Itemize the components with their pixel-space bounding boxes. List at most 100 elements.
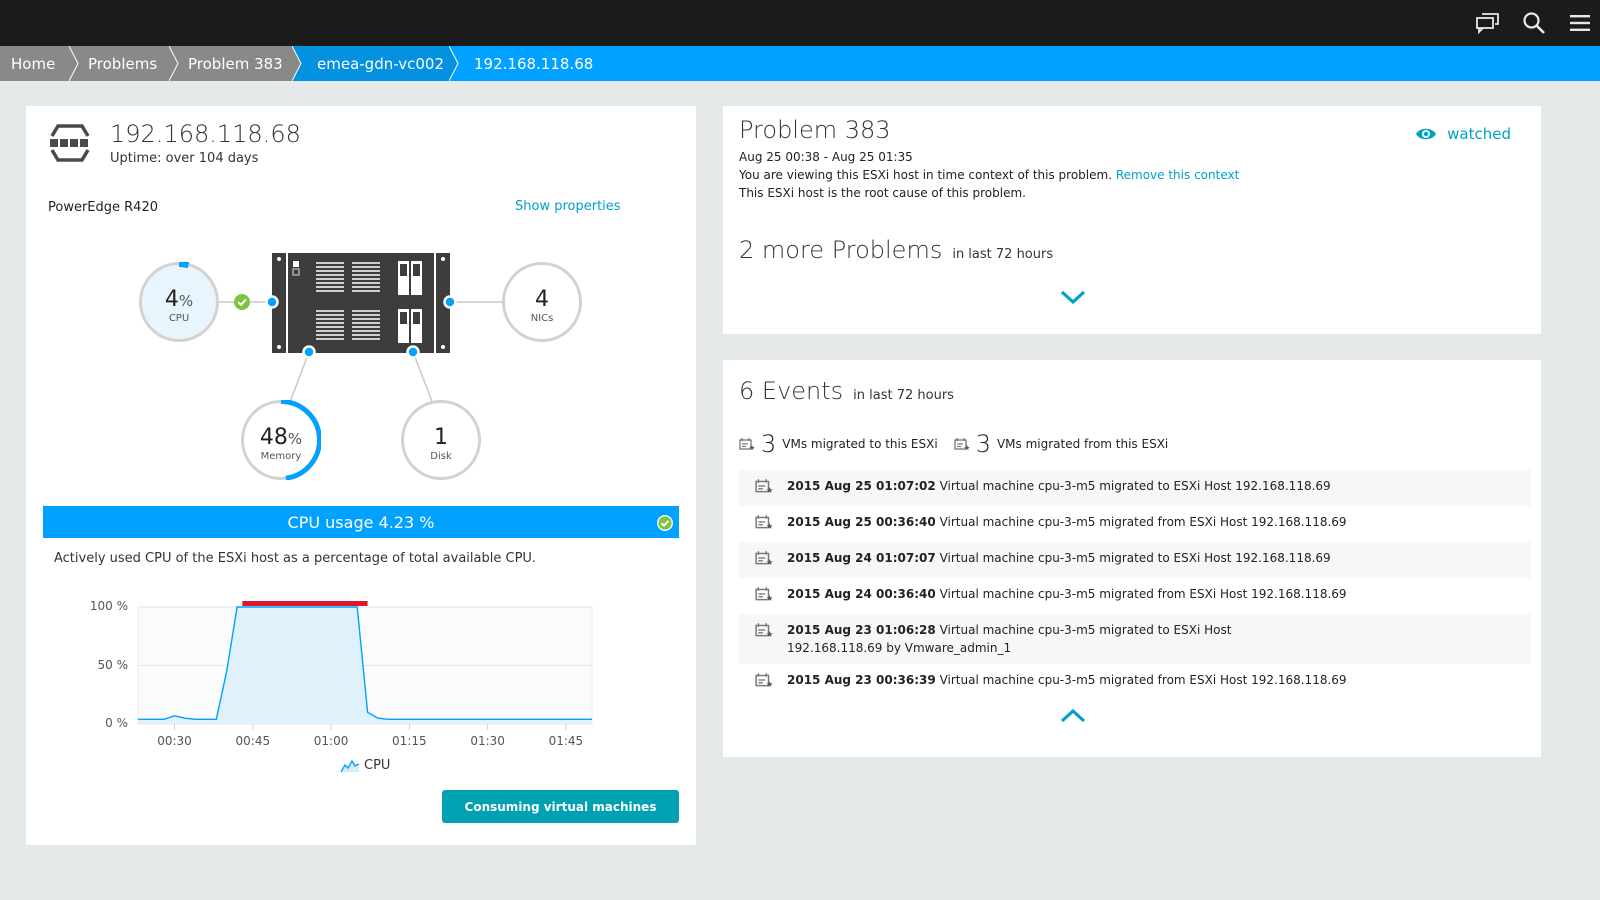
- breadcrumb: Home Problems Problem 383 emea-gdn-vc002…: [0, 46, 1600, 81]
- problem-time-range: Aug 25 00:38 - Aug 25 01:35: [739, 150, 913, 164]
- breadcrumb-vcenter[interactable]: emea-gdn-vc002: [293, 46, 459, 81]
- disk-metric[interactable]: 1 Disk: [401, 400, 481, 480]
- chat-icon[interactable]: [1474, 10, 1502, 36]
- breadcrumb-problems[interactable]: Problems: [70, 46, 179, 81]
- event-item[interactable]: 2015 Aug 23 01:06:28 Virtual machine cpu…: [739, 614, 1531, 664]
- cpu-ok-check-icon: [234, 294, 250, 310]
- problem-window-marker: [242, 601, 368, 606]
- collapse-chevron-up-icon[interactable]: [1060, 708, 1086, 724]
- event-item[interactable]: 2015 Aug 25 00:36:40 Virtual machine cpu…: [739, 506, 1531, 542]
- remove-context-link[interactable]: Remove this context: [1116, 168, 1239, 182]
- calendar-event-icon: [739, 438, 755, 450]
- events-summary: 3 VMs migrated to this ESXi 3 VMs migrat…: [739, 430, 1184, 458]
- y-tick-label: 100 %: [89, 599, 128, 613]
- problem-root-cause: This ESXi host is the root cause of this…: [739, 186, 1026, 200]
- event-item[interactable]: 2015 Aug 23 00:36:39 Virtual machine cpu…: [739, 664, 1531, 700]
- calendar-event-icon: [954, 438, 970, 450]
- problem-title: Problem 383: [739, 116, 891, 144]
- breadcrumb-problems-label: Problems: [88, 54, 158, 73]
- cpu-gauge-fill: [178, 262, 190, 269]
- problem-context-text: You are viewing this ESXi host in time c…: [739, 168, 1113, 182]
- events-heading: 6 Events in last 72 hours: [739, 377, 954, 405]
- more-problems-sub: in last 72 hours: [952, 247, 1054, 262]
- usage-ok-icon: [657, 515, 673, 531]
- calendar-event-icon: [755, 673, 773, 687]
- cpu-usage-description: Actively used CPU of the ESXi host as a …: [54, 551, 537, 566]
- chart-legend[interactable]: CPU: [340, 758, 390, 773]
- nics-metric[interactable]: 4 NICs: [502, 262, 582, 342]
- event-text: 2015 Aug 23 01:06:28 Virtual machine cpu…: [787, 621, 1327, 657]
- cpu-usage-bar: CPU usage 4.23 %: [43, 506, 679, 538]
- events-sub: in last 72 hours: [853, 388, 954, 403]
- x-tick-label: 01:15: [392, 734, 427, 748]
- x-tick-label: 00:45: [235, 734, 271, 748]
- more-problems-title: 2 more Problems: [739, 236, 943, 264]
- cpu-usage-label: CPU usage 4.23 %: [287, 512, 435, 532]
- memory-gauge-fill: [280, 400, 321, 480]
- legend-cpu-label: CPU: [364, 758, 391, 773]
- memory-gauge-arc: [280, 400, 321, 480]
- event-desc: Virtual machine cpu-3-m5 migrated from E…: [935, 673, 1347, 687]
- event-text: 2015 Aug 24 00:36:40 Virtual machine cpu…: [787, 585, 1347, 603]
- nics-value: 4: [535, 287, 549, 312]
- event-time: 2015 Aug 24 01:07:07: [787, 551, 936, 565]
- disk-value: 1: [434, 425, 448, 450]
- y-tick-label: 50 %: [97, 657, 129, 672]
- watched-label: watched: [1447, 125, 1511, 143]
- event-item[interactable]: 2015 Aug 24 00:36:40 Virtual machine cpu…: [739, 578, 1531, 614]
- events-title: 6 Events: [739, 377, 844, 405]
- top-bar: [0, 0, 1600, 46]
- breadcrumb-home-label: Home: [11, 54, 56, 73]
- y-tick-label: 0 %: [105, 716, 128, 730]
- watched-toggle[interactable]: watched: [1415, 125, 1511, 143]
- eye-icon: [1416, 128, 1437, 140]
- migrated-to-label: VMs migrated to this ESXi: [782, 437, 938, 451]
- events-list: 2015 Aug 25 01:07:02 Virtual machine cpu…: [739, 470, 1531, 700]
- migrated-from-count: 3: [975, 430, 991, 458]
- event-desc: Virtual machine cpu-3-m5 migrated from E…: [935, 587, 1347, 601]
- area-chart-legend-icon: [340, 759, 360, 772]
- event-time: 2015 Aug 24 00:36:40: [787, 587, 936, 601]
- x-tick-label: 01:45: [548, 734, 584, 748]
- problem-card: Problem 383 Aug 25 00:38 - Aug 25 01:35 …: [723, 106, 1541, 334]
- x-tick-label: 01:00: [313, 734, 349, 748]
- event-time: 2015 Aug 25 00:36:40: [787, 515, 936, 529]
- summary-migrated-to: 3 VMs migrated to this ESXi: [739, 430, 938, 458]
- nics-label: NICs: [530, 313, 554, 324]
- calendar-event-icon: [755, 587, 773, 601]
- calendar-event-icon: [755, 623, 773, 637]
- breadcrumb-problem-383[interactable]: Problem 383: [170, 46, 302, 81]
- event-item[interactable]: 2015 Aug 24 01:07:07 Virtual machine cpu…: [739, 542, 1531, 578]
- breadcrumb-host[interactable]: 192.168.118.68: [450, 46, 610, 81]
- event-time: 2015 Aug 23 00:36:39: [787, 673, 936, 687]
- event-text: 2015 Aug 25 01:07:02 Virtual machine cpu…: [787, 477, 1331, 495]
- server-rack-graphic: [272, 253, 450, 353]
- problem-context: You are viewing this ESXi host in time c…: [739, 168, 1239, 182]
- breadcrumb-problem-383-label: Problem 383: [188, 54, 283, 73]
- more-problems-heading: 2 more Problems in last 72 hours: [739, 236, 1053, 264]
- event-text: 2015 Aug 25 00:36:40 Virtual machine cpu…: [787, 513, 1347, 531]
- events-card: 6 Events in last 72 hours 3 VMs migrated …: [723, 360, 1541, 757]
- event-text: 2015 Aug 23 00:36:39 Virtual machine cpu…: [787, 671, 1347, 689]
- calendar-event-icon: [755, 479, 773, 493]
- breadcrumb-host-label: 192.168.118.68: [474, 54, 594, 73]
- menu-icon[interactable]: [1566, 10, 1594, 36]
- breadcrumb-vcenter-label: emea-gdn-vc002: [317, 54, 444, 73]
- event-desc: Virtual machine cpu-3-m5 migrated to ESX…: [935, 479, 1331, 493]
- breadcrumb-home[interactable]: Home: [0, 46, 79, 81]
- migrated-to-count: 3: [761, 430, 777, 458]
- event-desc: Virtual machine cpu-3-m5 migrated from E…: [935, 515, 1347, 529]
- summary-migrated-from: 3 VMs migrated from this ESXi: [954, 430, 1169, 458]
- disk-label: Disk: [430, 451, 452, 462]
- consuming-vms-button[interactable]: Consuming virtual machines: [442, 790, 679, 823]
- migrated-from-label: VMs migrated from this ESXi: [996, 437, 1169, 451]
- event-item[interactable]: 2015 Aug 25 01:07:02 Virtual machine cpu…: [739, 470, 1531, 506]
- event-time: 2015 Aug 23 01:06:28: [787, 623, 936, 637]
- cpu-gauge-arc: [178, 262, 190, 269]
- search-icon[interactable]: [1520, 10, 1548, 36]
- x-tick-label: 01:30: [470, 734, 505, 748]
- expand-chevron-down-icon[interactable]: [1060, 289, 1086, 305]
- event-time: 2015 Aug 25 01:07:02: [787, 479, 936, 493]
- calendar-event-icon: [755, 551, 773, 565]
- event-desc: Virtual machine cpu-3-m5 migrated to ESX…: [935, 551, 1331, 565]
